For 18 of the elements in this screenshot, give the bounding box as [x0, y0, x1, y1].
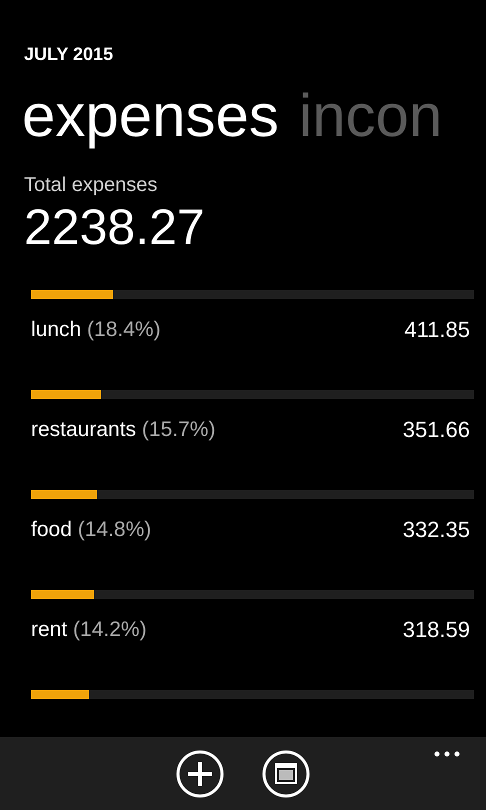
category-amount: 332.35 [402, 516, 470, 544]
category-amount: 411.85 [404, 316, 470, 344]
add-icon [176, 750, 224, 798]
category-label: food (14.8%) [31, 517, 152, 543]
category-amount: 351.66 [402, 416, 470, 444]
calendar-icon [262, 750, 310, 798]
calendar-button[interactable] [261, 749, 311, 799]
summary-label: Total expenses [24, 173, 158, 198]
category-amount: 318.59 [402, 616, 470, 644]
period-title: JULY 2015 [24, 43, 114, 66]
category-label: rent (14.2%) [31, 617, 147, 643]
pivot-tab[interactable]: expenses [22, 80, 279, 152]
category-label: restaurants (15.7%) [31, 417, 216, 443]
category-label: lunch (18.4%) [31, 317, 161, 343]
add-button[interactable] [175, 749, 225, 799]
more-button[interactable] [432, 749, 462, 759]
total-amount: 2238.27 [24, 198, 205, 256]
more-icon [434, 751, 460, 757]
